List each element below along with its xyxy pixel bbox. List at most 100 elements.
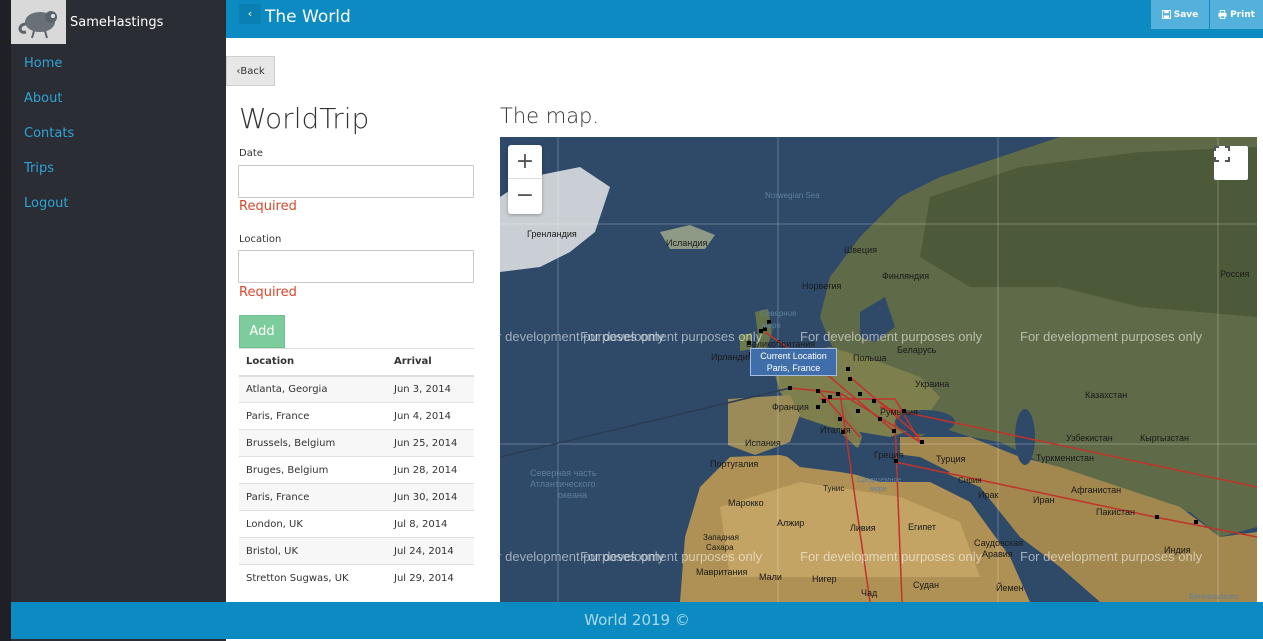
cell-arrival: Jun 3, 2014 xyxy=(387,375,474,403)
table-row: Brussels, Belgium Jun 25, 2014 xyxy=(239,429,474,457)
column-header-location: Location xyxy=(239,348,387,377)
sidebar-edge xyxy=(0,0,11,641)
map-watermark: For development purposes only xyxy=(1020,329,1203,344)
map-watermark: For development purposes only xyxy=(580,549,763,564)
page-title: The World xyxy=(265,7,351,27)
map-label-north-atlantic-1: Северная часть xyxy=(530,468,597,478)
cell-location: Paris, France xyxy=(239,402,387,430)
floppy-icon xyxy=(1161,10,1171,19)
form-title: WorldTrip xyxy=(239,102,370,135)
map-label-italy: Италия xyxy=(820,425,851,435)
map-label-ukraine: Украина xyxy=(915,379,950,389)
location-label: Location xyxy=(239,234,282,245)
map-label-algeria: Алжир xyxy=(777,518,805,528)
add-button[interactable]: Add xyxy=(239,315,285,348)
map-label-kyrgyzstan: Кыргызстан xyxy=(1140,433,1189,443)
map-label-mali: Мали xyxy=(759,572,782,582)
cell-arrival: Jun 28, 2014 xyxy=(387,456,474,484)
map-watermark: For development purposes only xyxy=(800,549,983,564)
sidebar-item-home[interactable]: Home xyxy=(24,54,74,89)
map[interactable]: Гренландия Исландия Norwegian Sea Швеция… xyxy=(500,137,1257,602)
map-label-libya: Ливия xyxy=(850,523,876,533)
map-label-egypt: Египет xyxy=(908,522,937,532)
map-label-mauritania: Мавритания xyxy=(696,567,748,577)
table-row: Bristol, UK Jul 24, 2014 xyxy=(239,537,474,565)
cell-arrival: Jul 24, 2014 xyxy=(387,537,474,565)
brand[interactable]: SameHastings xyxy=(11,0,226,44)
cell-location: Bruges, Belgium xyxy=(239,456,387,484)
cell-location: Paris, France xyxy=(239,483,387,511)
map-label-ireland: Ирландия xyxy=(711,352,753,362)
map-label-mediterranean-1: Средиземное xyxy=(857,477,902,484)
map-label-russia: Россия xyxy=(1220,269,1250,279)
zoom-out-button[interactable]: − xyxy=(508,179,542,213)
map-label-iran: Иран xyxy=(1033,495,1055,505)
sidebar-item-contacts[interactable]: Contats xyxy=(24,124,74,159)
cell-arrival: Jul 8, 2014 xyxy=(387,510,474,538)
footer: World 2019 © xyxy=(11,602,1263,639)
location-error: Required xyxy=(239,285,297,300)
sidebar-item-trips[interactable]: Trips xyxy=(24,159,74,194)
cell-location: London, UK xyxy=(239,510,387,538)
map-watermark: For development purposes only xyxy=(580,329,763,344)
cell-location: Stretton Sugwas, UK xyxy=(239,564,387,592)
zoom-in-button[interactable]: + xyxy=(508,145,542,179)
map-label-north-sea-2: море xyxy=(762,321,781,330)
fullscreen-button[interactable] xyxy=(1214,146,1248,180)
map-label-tunisia: Тунис xyxy=(823,484,845,493)
cell-arrival: Jun 4, 2014 xyxy=(387,402,474,430)
location-input[interactable] xyxy=(238,250,474,283)
sidebar-item-logout[interactable]: Logout xyxy=(24,194,74,229)
map-label-yemen: Йемен xyxy=(996,583,1024,593)
map-label-niger: Нигер xyxy=(812,574,837,584)
back-button[interactable]: ‹Back xyxy=(226,56,275,86)
map-label-sweden: Швеция xyxy=(844,245,877,255)
map-label-mediterranean-2: море xyxy=(870,486,887,493)
table-header-row: Location Arrival xyxy=(239,348,474,377)
column-header-arrival: Arrival xyxy=(387,348,474,377)
chevron-left-icon[interactable]: ‹ xyxy=(239,4,261,24)
map-label-north-atlantic-3: океана xyxy=(558,490,588,500)
zoom-control: + − xyxy=(508,145,542,214)
map-label-greece: Греция xyxy=(874,450,904,460)
sidebar: SameHastings Home About Contats Trips Lo… xyxy=(0,0,226,641)
map-label-morocco: Марокко xyxy=(728,498,764,508)
table-row: Bruges, Belgium Jun 28, 2014 xyxy=(239,456,474,484)
fullscreen-icon xyxy=(1214,146,1230,162)
map-watermark: For development purposes only xyxy=(800,329,983,344)
header: ‹ The World Save Print xyxy=(226,0,1263,38)
cell-arrival: Jul 29, 2014 xyxy=(387,564,474,592)
map-label-turkey: Турция xyxy=(936,454,966,464)
map-label-chad: Чад xyxy=(861,588,878,598)
map-label-saudi-1: Саудовская xyxy=(974,538,1024,548)
trips-table: Location Arrival Atlanta, Georgia Jun 3, … xyxy=(239,348,474,592)
map-label-saudi-2: Аравия xyxy=(982,549,1013,559)
printer-icon xyxy=(1218,10,1227,19)
table-row: Paris, France Jun 4, 2014 xyxy=(239,402,474,430)
sidebar-item-about[interactable]: About xyxy=(24,89,74,124)
map-heading: The map. xyxy=(500,104,600,128)
table-row: Stretton Sugwas, UK Jul 29, 2014 xyxy=(239,564,474,592)
map-label-portugal: Португалия xyxy=(710,459,759,469)
map-label-belarus: Беларусь xyxy=(897,345,937,355)
map-label-romania: Румыния xyxy=(880,407,918,417)
chameleon-logo-icon xyxy=(11,0,66,44)
brand-name: SameHastings xyxy=(70,14,164,30)
print-button[interactable]: Print xyxy=(1210,0,1263,29)
footer-text: World 2019 © xyxy=(584,611,690,629)
map-label-north-sea-1: Северное xyxy=(760,309,797,318)
map-label-uzbekistan: Узбекистан xyxy=(1066,433,1113,443)
save-button[interactable]: Save xyxy=(1151,0,1209,29)
map-label-norwegian-sea: Norwegian Sea xyxy=(765,191,820,200)
current-location-label[interactable]: Current Location Paris, France xyxy=(750,348,837,376)
date-input[interactable] xyxy=(238,165,474,198)
map-label-poland: Польша xyxy=(853,353,887,363)
map-label-greenland: Гренландия xyxy=(527,229,577,239)
map-watermark: For development purposes only xyxy=(1020,549,1203,564)
cell-location: Atlanta, Georgia xyxy=(239,375,387,403)
map-label-western-sahara-1: Западная xyxy=(703,533,739,542)
table-row: Atlanta, Georgia Jun 3, 2014 xyxy=(239,375,474,403)
date-label: Date xyxy=(239,148,263,159)
map-label-pakistan: Пакистан xyxy=(1096,507,1135,517)
table-row: Paris, France Jun 30, 2014 xyxy=(239,483,474,511)
